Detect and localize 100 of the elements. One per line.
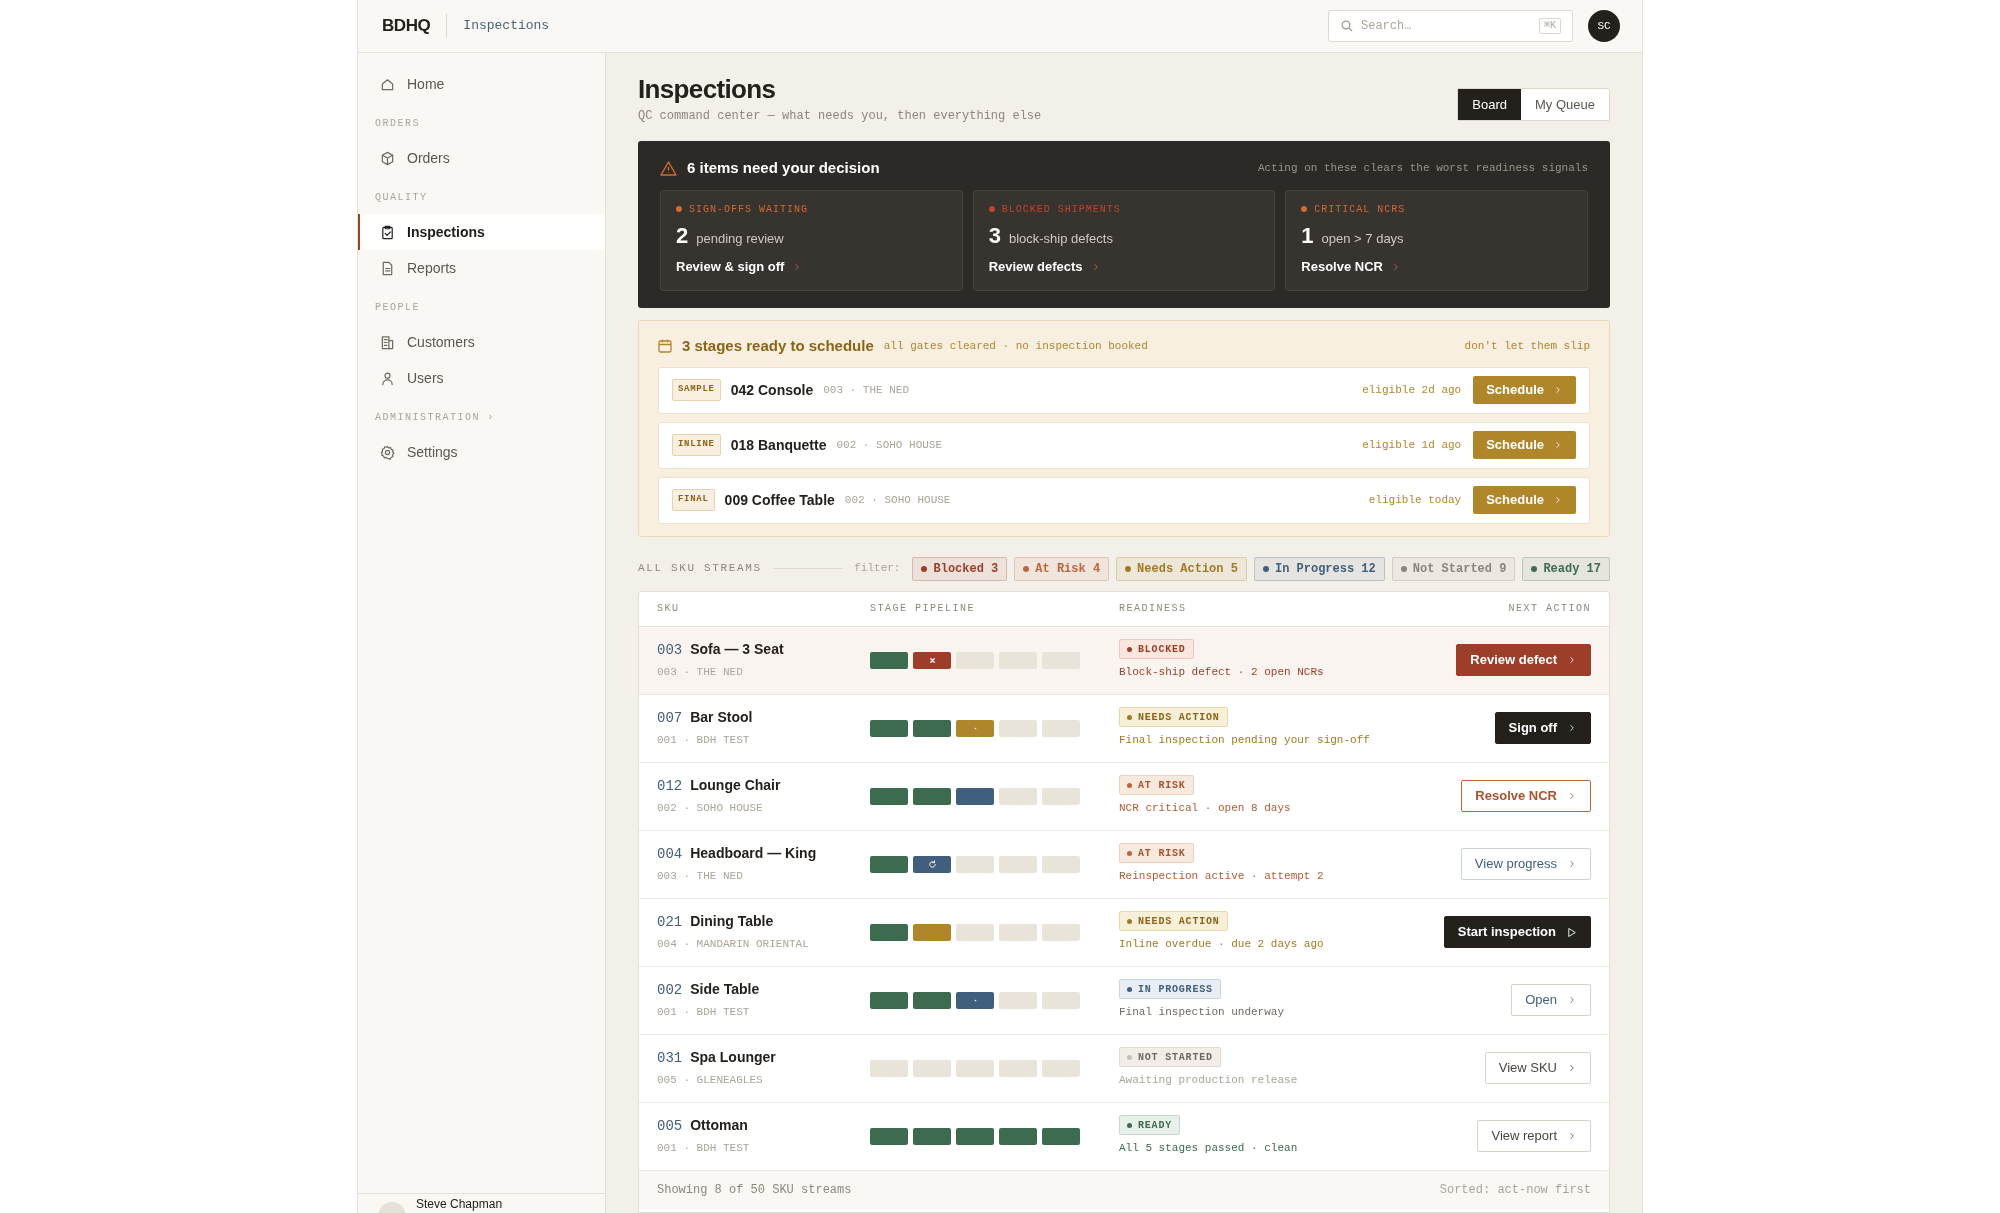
schedule-subtitle: all gates cleared · no inspection booked xyxy=(883,339,1148,354)
column-header: SKU xyxy=(657,602,681,616)
user-avatar[interactable]: SC xyxy=(1588,10,1620,42)
sku-name: Bar Stool xyxy=(690,708,753,728)
sku-meta: 005 · GLENEAGLES xyxy=(657,1073,764,1089)
page-subtitle: QC command center — what needs you, then everything else xyxy=(638,108,1042,125)
card-text: open > 7 days xyxy=(1321,229,1404,248)
home-icon xyxy=(380,76,395,92)
item-name: 042 Console xyxy=(730,380,814,400)
card-count: 3 xyxy=(988,224,1001,247)
filter-chip[interactable]: In Progress 12 xyxy=(1253,556,1385,581)
stage-tag: INLINE xyxy=(672,434,721,456)
sku-name: Headboard — King xyxy=(690,844,817,864)
warning-icon xyxy=(660,160,677,176)
play-icon xyxy=(1566,926,1577,938)
sidebar-item[interactable]: Settings xyxy=(358,434,605,470)
status-badge: BLOCKED xyxy=(1119,639,1194,660)
chevron-right-icon xyxy=(1567,655,1577,665)
eligible-note: eligible 2d ago xyxy=(1362,382,1462,398)
sku-code: 021 xyxy=(657,913,683,933)
card-label: CRITICAL NCRS xyxy=(1314,202,1406,217)
action-button[interactable]: View report xyxy=(1477,1120,1591,1152)
action-button[interactable]: Sign off xyxy=(1494,712,1591,744)
action-button[interactable]: View progress xyxy=(1460,848,1591,880)
item-meta: 002 · SOHO HOUSE xyxy=(844,492,951,508)
table-footer-count: Showing 8 of 50 SKU streams xyxy=(657,1181,852,1199)
building-icon xyxy=(380,334,395,350)
chevron-right-icon xyxy=(1567,995,1577,1005)
sku-code: 007 xyxy=(657,709,683,729)
action-button[interactable]: View SKU xyxy=(1484,1052,1591,1084)
sidebar-item[interactable]: Reports xyxy=(358,250,605,286)
item-meta: 003 · THE NED xyxy=(823,382,910,398)
card-text: pending review xyxy=(696,229,784,248)
chevron-right-icon xyxy=(1567,791,1577,801)
sku-code: 003 xyxy=(657,641,683,661)
filter-chip[interactable]: Blocked 3 xyxy=(912,556,1008,581)
section-label: ORDERS xyxy=(374,117,421,131)
clipboard-check-icon xyxy=(380,224,395,240)
sidebar-item[interactable]: Home xyxy=(358,66,605,102)
status-badge: NOT STARTED xyxy=(1119,1047,1221,1068)
sku-name: Spa Lounger xyxy=(690,1048,776,1068)
status-detail: Inline overdue · due 2 days ago xyxy=(1119,937,1324,953)
sku-code: 005 xyxy=(657,1117,683,1137)
sidebar-item[interactable]: Users xyxy=(358,360,605,396)
action-button[interactable]: Start inspection xyxy=(1443,916,1591,948)
status-detail: Final inspection underway xyxy=(1119,1005,1285,1021)
calendar-icon xyxy=(658,339,672,354)
action-button[interactable]: Review defect xyxy=(1456,644,1591,676)
sidebar-item[interactable]: Inspections xyxy=(358,214,605,250)
status-detail: NCR critical · open 8 days xyxy=(1119,801,1291,817)
decision-title: 6 items need your decision xyxy=(687,158,880,178)
card-count: 2 xyxy=(676,224,689,247)
view-tab[interactable]: Board xyxy=(1458,89,1521,120)
card-action-link[interactable]: Review & sign off xyxy=(676,257,803,277)
section-label: PEOPLE xyxy=(374,301,421,315)
action-button[interactable]: Open xyxy=(1511,984,1591,1016)
card-action-link[interactable]: Resolve NCR xyxy=(1301,257,1401,277)
status-detail: Block-ship defect · 2 open NCRs xyxy=(1119,665,1324,681)
sku-name: Ottoman xyxy=(690,1116,748,1136)
sku-meta: 001 · BDH TEST xyxy=(657,1005,751,1021)
sku-name: Sofa — 3 Seat xyxy=(690,640,784,660)
sort-note: Sorted: act-now first xyxy=(1439,1181,1591,1199)
status-detail: Final inspection pending your sign-off xyxy=(1119,733,1370,749)
card-action-link[interactable]: Review defects xyxy=(988,257,1101,277)
status-badge: READY xyxy=(1119,1115,1180,1136)
status-badge: AT RISK xyxy=(1119,843,1194,864)
card-label: SIGN-OFFS WAITING xyxy=(689,202,809,217)
chevron-right-icon xyxy=(1567,859,1577,869)
stage-tag: FINAL xyxy=(672,489,715,511)
app-logo[interactable]: BDHQ xyxy=(382,13,431,39)
status-badge: NEEDS ACTION xyxy=(1119,707,1228,728)
section-label: ALL SKU STREAMS xyxy=(638,561,762,577)
sidebar-item[interactable]: Customers xyxy=(358,324,605,360)
shortcut-hint: ⌘K xyxy=(1538,18,1561,34)
sku-meta: 004 · MANDARIN ORIENTAL xyxy=(657,937,810,953)
user-name: Steve Chapman xyxy=(416,1196,503,1210)
card-text: block-ship defects xyxy=(1008,229,1113,248)
schedule-title: 3 stages ready to schedule xyxy=(682,336,874,356)
column-header: READINESS xyxy=(1119,602,1188,616)
sku-code: 012 xyxy=(657,777,683,797)
page-title: Inspections xyxy=(638,74,777,104)
filter-chip[interactable]: Ready 17 xyxy=(1522,556,1610,581)
sku-meta: 001 · BDH TEST xyxy=(657,733,751,749)
sku-name: Dining Table xyxy=(690,912,774,932)
sku-meta: 003 · THE NED xyxy=(657,665,744,681)
item-name: 018 Banquette xyxy=(730,435,827,455)
sku-code: 031 xyxy=(657,1049,683,1069)
sku-name: Lounge Chair xyxy=(690,776,781,796)
chevron-right-icon xyxy=(1553,385,1563,395)
breadcrumb: Inspections xyxy=(463,17,550,36)
sidebar-item[interactable]: Orders xyxy=(358,140,605,176)
box-icon xyxy=(380,150,395,166)
chevron-right-icon xyxy=(1567,1063,1577,1073)
section-label: ADMINISTRATION › xyxy=(374,411,496,425)
sku-meta: 003 · THE NED xyxy=(657,869,744,885)
sku-name: Side Table xyxy=(690,980,760,1000)
schedule-note: don't let them slip xyxy=(1464,339,1590,354)
user-icon xyxy=(380,370,395,386)
search-icon xyxy=(1341,20,1353,32)
action-button[interactable]: Resolve NCR xyxy=(1461,780,1591,812)
